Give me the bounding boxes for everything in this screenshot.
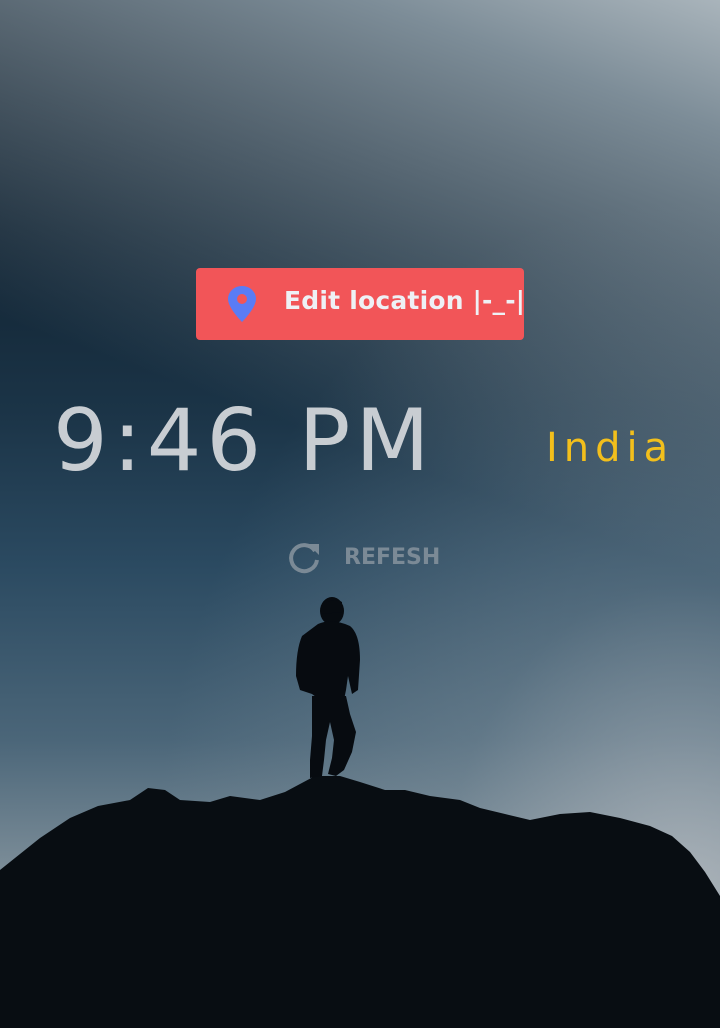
hill-silhouette — [0, 776, 720, 1028]
map-pin-icon — [228, 286, 256, 322]
edit-location-button[interactable]: Edit location |-_-| — [196, 268, 526, 340]
refresh-button[interactable]: REFESH — [284, 538, 444, 578]
edit-location-label: Edit location |-_-| — [284, 286, 526, 315]
background-silhouette — [0, 597, 720, 1028]
refresh-icon — [289, 543, 319, 574]
refresh-label: REFESH — [344, 545, 441, 570]
location-name: India — [546, 425, 675, 471]
current-time: 9:46 PM — [53, 391, 435, 491]
person-silhouette — [296, 597, 360, 778]
app-screen: Edit location |-_-| 9:46 PM India REFESH — [0, 0, 720, 1028]
